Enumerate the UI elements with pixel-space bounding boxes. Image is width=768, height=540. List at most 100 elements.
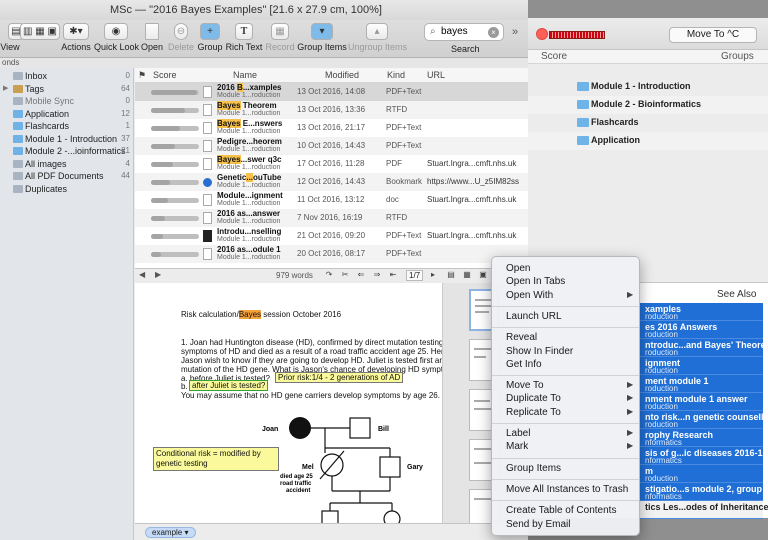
group-row[interactable]: Module 1 - Introduction xyxy=(527,78,768,96)
menu-item-open[interactable]: Open xyxy=(506,263,530,276)
menu-item-group-items[interactable]: Group Items xyxy=(506,463,561,476)
sidebar-item-all-pdf-documents[interactable]: All PDF Documents 44 xyxy=(0,170,134,183)
document-viewer[interactable]: Risk calculation/Bayes session October 2… xyxy=(135,283,442,523)
ungroup-items-button[interactable]: ▴ Ungroup Items xyxy=(348,20,407,58)
sidebar-item-mobile-sync[interactable]: Mobile Sync 0 xyxy=(0,95,134,108)
kind-column-header[interactable]: Kind xyxy=(387,70,405,80)
disclosure-triangle-icon[interactable]: ▶ xyxy=(3,84,8,92)
see-also-item[interactable]: sis of g...ic diseases 2016-17 nformatics xyxy=(639,447,768,465)
see-also-item[interactable]: ntroduc...and Bayes' Theorem roduction xyxy=(639,339,768,357)
toolbar-overflow-icon[interactable]: » xyxy=(512,26,518,38)
menu-item-replicate-to[interactable]: Replicate To ▶ xyxy=(506,407,633,420)
see-also-item[interactable]: nto risk...n genetic counselling roductio… xyxy=(639,411,768,429)
sidebar-item-application[interactable]: Application 12 xyxy=(0,108,134,121)
table-row[interactable]: 2016 as...answer Module 1...roduction 7 No… xyxy=(135,209,528,227)
group-button[interactable]: + Group xyxy=(196,20,224,58)
menu-separator xyxy=(492,478,639,480)
close-window-button[interactable] xyxy=(536,28,548,40)
after-tested-annotation[interactable]: after Juliet is tested? xyxy=(189,380,269,391)
table-row[interactable]: Pedigre...heorem Module 1...roduction 10 O… xyxy=(135,137,528,155)
menu-item-reveal[interactable]: Reveal xyxy=(506,332,537,345)
folder-icon xyxy=(13,122,23,130)
menu-item-duplicate-to[interactable]: Duplicate To ▶ xyxy=(506,393,633,406)
prior-risk-annotation[interactable]: Prior risk:1/4 - 2 generations of AD xyxy=(275,372,404,383)
table-row[interactable]: Bayes...swer q3c Module 1...roduction 17 O… xyxy=(135,155,528,173)
see-also-item[interactable]: ment module 1 roduction xyxy=(639,375,763,393)
table-icon[interactable]: ▦ xyxy=(461,270,473,281)
menu-item-show-in-finder[interactable]: Show In Finder xyxy=(506,346,573,359)
toolbar-label: Actions xyxy=(61,42,91,52)
sidebar-item-all-images[interactable]: All images 4 xyxy=(0,158,134,171)
see-also-item[interactable]: ignment roduction xyxy=(639,357,763,375)
page-indicator[interactable]: 1/7 xyxy=(406,270,424,281)
first-page-icon[interactable]: ⇤ xyxy=(387,270,399,281)
menu-item-label[interactable]: Label ▶ xyxy=(506,428,633,441)
view-mode-segment[interactable]: ▥ ▦ ▣ xyxy=(18,20,62,58)
group-row[interactable]: Module 2 - Bioinformatics xyxy=(527,96,768,114)
quick-look-button[interactable]: ◉ Quick Look xyxy=(94,20,139,58)
sidebar-item-flashcards[interactable]: Flashcards 1 xyxy=(0,120,134,133)
sidebar-item-module-2[interactable]: Module 2 -...ioinformatics 21 xyxy=(0,145,134,158)
groups-column-header[interactable]: Groups xyxy=(721,51,754,62)
menu-item-open-with[interactable]: Open With ▶ xyxy=(506,290,633,303)
menu-item-mark[interactable]: Mark ▶ xyxy=(506,441,633,454)
forward-icon[interactable]: ⇒ xyxy=(371,270,383,281)
toolbar-label: Delete xyxy=(167,42,194,52)
name-column-header[interactable]: Name xyxy=(233,70,257,80)
table-row[interactable]: 2016 as...odule 1 Module 1...roduction 20 … xyxy=(135,245,528,263)
rich-text-button[interactable]: T Rich Text xyxy=(224,20,264,58)
next-icon[interactable]: ▶ xyxy=(155,270,161,279)
document-icon xyxy=(203,140,212,152)
delete-button[interactable]: ⊖ Delete xyxy=(166,20,196,58)
search-input[interactable] xyxy=(441,26,487,37)
see-also-item[interactable]: xamples roduction xyxy=(639,303,763,321)
previous-icon[interactable]: ◀ xyxy=(139,270,145,279)
table-row[interactable]: Genetic...ouTube Module 1...roduction 12 O… xyxy=(135,173,528,191)
layout-icon[interactable]: ▤ xyxy=(445,270,457,281)
menu-item-send-by-email[interactable]: Send by Email xyxy=(506,519,570,532)
open-button[interactable]: Open xyxy=(138,20,166,58)
sidebar-item-duplicates[interactable]: Duplicates xyxy=(0,183,134,196)
flag-column-icon[interactable]: ⚑ xyxy=(138,70,146,81)
score-column-header[interactable]: Score xyxy=(541,51,567,62)
modified-column-header[interactable]: Modified xyxy=(325,70,359,80)
see-also-item[interactable]: rophy Research nformatics xyxy=(639,429,763,447)
menu-item-get-info[interactable]: Get Info xyxy=(506,359,542,372)
table-row[interactable]: Bayes Theorem Module 1...roduction 13 Oct … xyxy=(135,101,528,119)
move-to-button[interactable]: Move To ^C xyxy=(669,27,757,43)
url-column-header[interactable]: URL xyxy=(427,70,445,80)
group-row[interactable]: Application xyxy=(527,132,768,150)
score-bar xyxy=(151,198,199,203)
see-also-item[interactable]: tics Les...odes of Inheritance xyxy=(639,501,768,519)
share-icon[interactable]: ↷ xyxy=(323,270,335,281)
info-icon[interactable]: ▣ xyxy=(477,270,489,281)
menu-item-open-in-tabs[interactable]: Open In Tabs xyxy=(506,276,565,289)
sidebar-item-tags[interactable]: ▶ Tags 64 xyxy=(0,83,134,96)
tools-icon[interactable]: ✂ xyxy=(339,270,351,281)
record-button[interactable]: ▦ Record xyxy=(264,20,296,58)
table-row[interactable]: Module...ignment Module 1...roduction 11 O… xyxy=(135,191,528,209)
menu-item-create-table-of-contents[interactable]: Create Table of Contents xyxy=(506,505,616,518)
next-page-icon[interactable]: ▸ xyxy=(427,270,439,281)
table-row[interactable]: Introdu...nselling Module 1...roduction 21… xyxy=(135,227,528,245)
back-icon[interactable]: ⇐ xyxy=(355,270,367,281)
table-row[interactable]: Bayes E...nswers Module 1...roduction 13 O… xyxy=(135,119,528,137)
search-highlight: Bayes xyxy=(217,155,241,164)
see-also-item[interactable]: nment module 1 answer roduction xyxy=(639,393,763,411)
group-row[interactable]: Flashcards xyxy=(527,114,768,132)
see-also-item[interactable]: m roduction xyxy=(639,465,763,483)
tag-token[interactable]: example ▾ xyxy=(145,527,196,538)
group-items-button[interactable]: ▾ Group Items xyxy=(296,20,348,58)
menu-item-launch-url[interactable]: Launch URL xyxy=(506,311,562,324)
score-column-header[interactable]: Score xyxy=(153,70,177,80)
clear-search-icon[interactable]: × xyxy=(488,27,499,38)
search-field[interactable]: ⌕ × xyxy=(424,23,504,41)
menu-item-move-all-instances-to-trash[interactable]: Move All Instances to Trash xyxy=(506,484,628,497)
table-row[interactable]: 2016 B...xamples Module 1...roduction 13 O… xyxy=(135,83,528,101)
sidebar-item-module-1[interactable]: Module 1 - Introduction 37 xyxy=(0,133,134,146)
see-also-item[interactable]: es 2016 Answers roduction xyxy=(639,321,763,339)
menu-item-move-to[interactable]: Move To ▶ xyxy=(506,380,633,393)
see-also-item[interactable]: stigatio...s module 2, group 7 nformatics xyxy=(639,483,768,501)
actions-button[interactable]: ✱▾ Actions xyxy=(58,20,94,58)
sidebar-item-inbox[interactable]: Inbox 0 xyxy=(0,70,134,83)
